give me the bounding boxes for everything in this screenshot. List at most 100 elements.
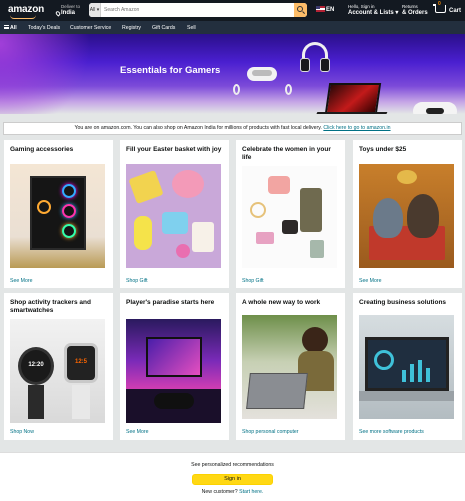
card-link[interactable]: See More bbox=[359, 278, 382, 284]
gift-item bbox=[250, 202, 266, 218]
laptop bbox=[246, 373, 308, 409]
fan-icon bbox=[62, 184, 76, 198]
card-link[interactable]: Shop Gift bbox=[126, 278, 148, 284]
monitor bbox=[146, 337, 202, 377]
fan-icon bbox=[37, 200, 51, 214]
card-toys-under-25: Toys under $25 See More bbox=[353, 140, 462, 288]
card-activity-trackers: Shop activity trackers and smartwatches … bbox=[4, 293, 113, 440]
start-here-link[interactable]: Start here. bbox=[239, 489, 263, 495]
language-selector[interactable]: EN bbox=[316, 6, 334, 13]
search-input[interactable] bbox=[102, 3, 292, 17]
fan-icon bbox=[62, 224, 76, 238]
card-easter-basket: Fill your Easter basket with joy Shop Gi… bbox=[120, 140, 229, 288]
pc-case bbox=[30, 176, 86, 250]
watch: 12:20 bbox=[18, 347, 54, 385]
watch-strap bbox=[72, 385, 90, 419]
card-title: Toys under $25 bbox=[359, 146, 407, 153]
easter-item bbox=[162, 212, 188, 234]
bar-icon bbox=[402, 370, 406, 382]
logo-smile-icon bbox=[10, 15, 36, 19]
gift-item bbox=[256, 232, 274, 244]
headphones-image bbox=[300, 42, 330, 72]
nav-sell[interactable]: Sell bbox=[187, 25, 196, 31]
chart-ring-icon bbox=[374, 350, 394, 370]
women-gifts-image[interactable] bbox=[242, 166, 337, 268]
top-navbar: amazon Deliver to India All ▾ EN Hello, … bbox=[0, 0, 465, 21]
recommendations-text: See personalized recommendations bbox=[191, 462, 274, 468]
laptop-work-image[interactable] bbox=[242, 315, 337, 419]
bow bbox=[397, 170, 417, 184]
account-greeting: Hello, Sign in bbox=[348, 4, 375, 9]
gamepad-image bbox=[413, 102, 457, 114]
easter-item bbox=[128, 169, 164, 205]
all-menu-button[interactable]: All bbox=[4, 25, 17, 31]
card-link[interactable]: Shop Now bbox=[10, 429, 34, 435]
bar-icon bbox=[426, 368, 430, 382]
card-title: Creating business solutions bbox=[359, 299, 447, 306]
search-button[interactable] bbox=[294, 3, 307, 17]
search-category-select[interactable]: All ▾ bbox=[89, 3, 101, 17]
laptop-screen bbox=[365, 337, 449, 391]
returns-orders[interactable]: Returns & Orders bbox=[402, 3, 428, 17]
vr-controller-right-image bbox=[285, 84, 292, 95]
watch-time: 12:5 bbox=[74, 359, 87, 365]
nav-registry[interactable]: Registry bbox=[122, 25, 141, 31]
watch-time: 12:20 bbox=[28, 362, 44, 368]
new-customer-text: New customer? Start here. bbox=[201, 489, 264, 495]
card-title: A whole new way to work bbox=[242, 299, 321, 306]
card-link[interactable]: See More bbox=[126, 429, 149, 435]
laptop-base bbox=[314, 112, 388, 114]
laptop-analytics-image[interactable] bbox=[359, 315, 454, 419]
card-link[interactable]: Shop personal computer bbox=[242, 429, 299, 435]
hero-glow bbox=[0, 34, 140, 114]
search-icon bbox=[297, 6, 303, 12]
gift-item bbox=[310, 240, 324, 258]
hamburger-menu-icon bbox=[4, 25, 9, 29]
vr-headset-image bbox=[247, 67, 277, 81]
toys-image[interactable] bbox=[359, 164, 454, 268]
gaming-laptop-image bbox=[324, 83, 382, 114]
cart-count: 0 bbox=[438, 1, 441, 7]
search-bar: All ▾ bbox=[89, 3, 307, 17]
sign-in-footer: See personalized recommendations Sign in… bbox=[0, 452, 465, 501]
sign-in-button[interactable]: Sign in bbox=[192, 474, 273, 485]
gaming-setup-image[interactable] bbox=[126, 319, 221, 423]
card-title: Celebrate the women in your life bbox=[242, 146, 331, 161]
deliver-to[interactable]: Deliver to India bbox=[54, 3, 80, 17]
bar-icon bbox=[410, 364, 414, 382]
plush-penguin bbox=[373, 198, 403, 238]
vr-controller-left-image bbox=[233, 84, 240, 95]
nav-gift-cards[interactable]: Gift Cards bbox=[152, 25, 175, 31]
card-link[interactable]: Shop Gift bbox=[242, 278, 264, 284]
card-gaming-accessories: Gaming accessories See More bbox=[4, 140, 113, 288]
gift-item bbox=[300, 188, 322, 232]
gaming-pc-image[interactable] bbox=[10, 164, 105, 268]
account-label: Account & Lists ▾ bbox=[348, 10, 399, 16]
smartwatches-image[interactable]: 12:20 12:5 bbox=[10, 319, 105, 423]
card-title: Player's paradise starts here bbox=[126, 299, 215, 306]
returns-label: Returns bbox=[402, 4, 418, 9]
card-link[interactable]: See More bbox=[10, 278, 33, 284]
nav-customer-service[interactable]: Customer Service bbox=[70, 25, 111, 31]
gift-item bbox=[268, 176, 290, 194]
account-lists[interactable]: Hello, Sign in Account & Lists ▾ bbox=[348, 3, 398, 17]
amazon-in-link[interactable]: Click here to go to amazon.in bbox=[323, 125, 390, 131]
orders-label: & Orders bbox=[402, 10, 428, 16]
easter-item bbox=[192, 222, 214, 252]
card-title: Shop activity trackers and smartwatches bbox=[10, 299, 91, 314]
card-link[interactable]: See more software products bbox=[359, 429, 424, 435]
hero-title: Essentials for Gamers bbox=[120, 65, 221, 76]
card-celebrate-women: Celebrate the women in your life Shop Gi… bbox=[236, 140, 345, 288]
card-title: Fill your Easter basket with joy bbox=[126, 146, 222, 153]
easter-item bbox=[176, 244, 190, 258]
card-business-solutions: Creating business solutions See more sof… bbox=[353, 293, 462, 440]
easter-items-image[interactable] bbox=[126, 164, 221, 268]
easter-item bbox=[172, 170, 204, 198]
watch: 12:5 bbox=[64, 343, 98, 383]
region-notice: You are on amazon.com. You can also shop… bbox=[3, 122, 462, 135]
hero-banner[interactable]: Essentials for Gamers bbox=[0, 34, 465, 114]
amazon-logo[interactable]: amazon bbox=[8, 4, 44, 15]
cart-label: Cart bbox=[449, 8, 462, 14]
easter-item bbox=[134, 216, 152, 250]
nav-todays-deals[interactable]: Today's Deals bbox=[28, 25, 60, 31]
